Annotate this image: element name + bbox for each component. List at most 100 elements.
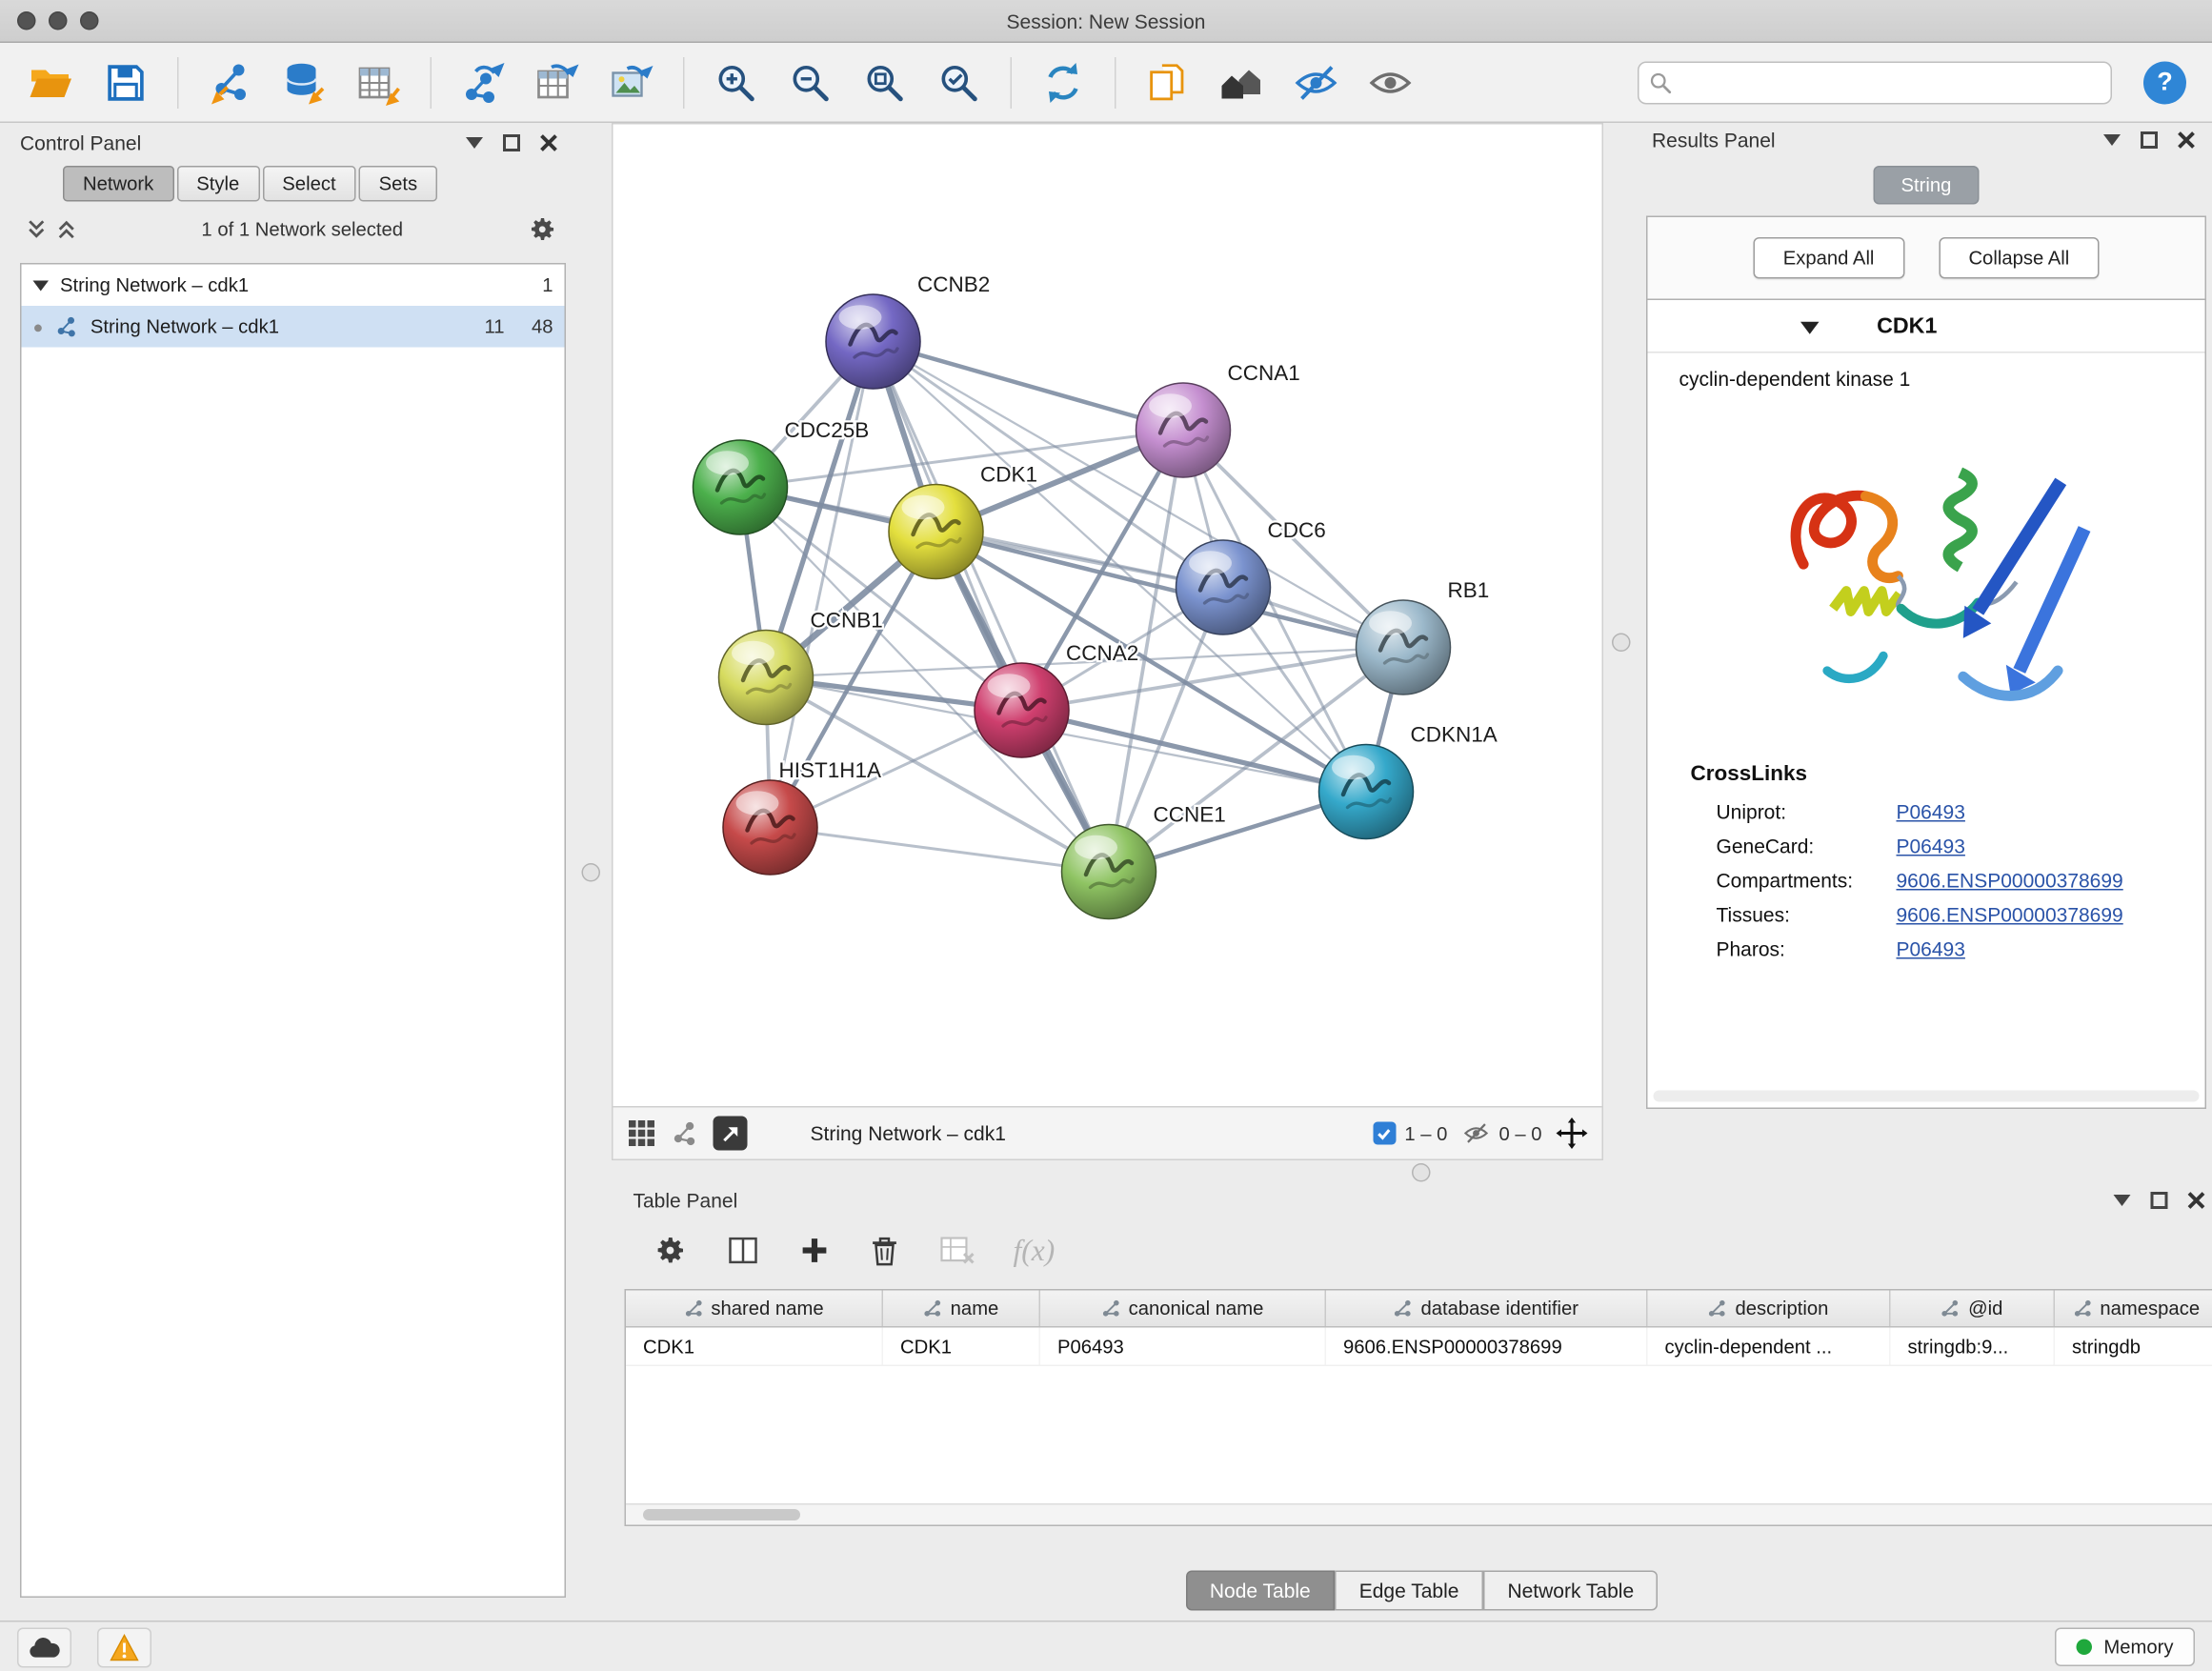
results-close-button[interactable] (2172, 128, 2201, 153)
table-horizontal-scrollbar[interactable] (626, 1503, 2212, 1525)
table-row[interactable]: CDK1 CDK1 P06493 9606.ENSP00000378699 cy… (626, 1328, 2212, 1367)
title-bar: Session: New Session (0, 0, 2212, 43)
memory-button[interactable]: Memory (2055, 1628, 2195, 1667)
right-splitter-handle[interactable] (1612, 634, 1631, 653)
zoom-out-button[interactable] (779, 50, 842, 115)
detach-view-button[interactable] (714, 1117, 748, 1151)
expand-all-button[interactable]: Expand All (1753, 237, 1904, 279)
cell-canonical-name[interactable]: P06493 (1040, 1328, 1326, 1365)
cell-id[interactable]: stringdb:9... (1891, 1328, 2056, 1365)
zoom-fit-button[interactable] (854, 50, 916, 115)
table-import-icon (356, 59, 402, 105)
delete-table-icon[interactable] (939, 1235, 976, 1266)
tab-string-results[interactable]: String (1874, 166, 1979, 205)
tree-caret-icon[interactable] (33, 279, 50, 291)
zoom-in-button[interactable] (705, 50, 768, 115)
expand-all-icon[interactable] (56, 218, 78, 240)
tab-sets[interactable]: Sets (359, 166, 438, 202)
tab-node-table[interactable]: Node Table (1185, 1571, 1335, 1611)
network-edge[interactable] (771, 828, 1110, 873)
network-edge[interactable] (874, 342, 1110, 873)
export-table-button[interactable] (526, 50, 589, 115)
save-session-button[interactable] (94, 50, 157, 115)
network-share-icon[interactable] (671, 1119, 699, 1148)
collapse-all-button[interactable]: Collapse All (1939, 237, 2100, 279)
import-network-from-file-button[interactable] (199, 50, 262, 115)
tab-edge-table[interactable]: Edge Table (1335, 1571, 1483, 1611)
hide-selected-button[interactable] (1285, 50, 1348, 115)
export-image-button[interactable] (600, 50, 663, 115)
cell-namespace[interactable]: stringdb (2055, 1328, 2212, 1365)
cell-name[interactable]: CDK1 (883, 1328, 1040, 1365)
panel-close-button[interactable] (534, 131, 563, 156)
column-header-canonical-name[interactable]: canonical name (1040, 1291, 1326, 1327)
crosslink-pharos-link[interactable]: P06493 (1897, 937, 1965, 960)
table-close-button[interactable] (2182, 1188, 2211, 1214)
gear-icon[interactable] (528, 213, 558, 244)
collapse-all-icon[interactable] (26, 218, 48, 240)
column-header-database-identifier[interactable]: database identifier (1326, 1291, 1648, 1327)
left-splitter-handle[interactable] (582, 863, 601, 882)
tab-network[interactable]: Network (63, 166, 173, 202)
network-canvas[interactable]: CCNB2CCNA1CDC25BCDK1CDC6RB1CCNB1CCNA2CDK… (613, 125, 1602, 1107)
results-float-button[interactable] (2135, 128, 2163, 153)
documents-icon (1146, 61, 1189, 104)
apply-layout-button[interactable] (1032, 50, 1095, 115)
minimize-window-button[interactable] (49, 11, 68, 30)
tab-style[interactable]: Style (176, 166, 259, 202)
network-node-label: CDC25B (785, 418, 870, 442)
crosslink-uniprot-link[interactable]: P06493 (1897, 800, 1965, 823)
search-input[interactable] (1638, 61, 2112, 104)
results-scrollbar[interactable] (1654, 1091, 2200, 1102)
network-overview-button[interactable] (1211, 50, 1274, 115)
function-builder-button[interactable]: f(x) (1014, 1233, 1056, 1269)
results-collapse-caret[interactable] (2098, 128, 2126, 153)
column-header-name[interactable]: name (883, 1291, 1040, 1327)
zoom-window-button[interactable] (80, 11, 99, 30)
column-header-shared-name[interactable]: shared name (626, 1291, 883, 1327)
bottom-splitter-handle[interactable] (1412, 1163, 1431, 1182)
crosslink-compartments-link[interactable]: 9606.ENSP00000378699 (1897, 869, 2123, 892)
network-edge[interactable] (1022, 711, 1367, 793)
table-collapse-caret[interactable] (2108, 1188, 2137, 1214)
network-node-count: 11 (468, 316, 505, 338)
table-settings-gear-icon[interactable] (654, 1234, 688, 1268)
add-column-icon[interactable] (799, 1235, 831, 1266)
new-network-from-selection-button[interactable] (452, 50, 514, 115)
tab-network-table[interactable]: Network Table (1483, 1571, 1659, 1611)
crosslink-tissues-link[interactable]: 9606.ENSP00000378699 (1897, 903, 2123, 926)
selected-checkbox-icon[interactable] (1373, 1122, 1396, 1145)
grid-view-icon[interactable] (628, 1119, 656, 1148)
network-edge[interactable] (771, 342, 874, 828)
cloud-button[interactable] (17, 1627, 71, 1667)
pan-crosshair-icon[interactable] (1557, 1117, 1588, 1149)
panel-float-button[interactable] (497, 131, 526, 156)
hidden-eye-icon[interactable] (1461, 1122, 1490, 1145)
network-row[interactable]: ● String Network – cdk1 11 48 (22, 306, 565, 348)
import-table-from-file-button[interactable] (348, 50, 411, 115)
scrollbar-thumb[interactable] (643, 1509, 800, 1520)
cell-shared-name[interactable]: CDK1 (626, 1328, 883, 1365)
column-header-namespace[interactable]: namespace (2055, 1291, 2212, 1327)
copy-document-button[interactable] (1136, 50, 1199, 115)
cell-description[interactable]: cyclin-dependent ... (1648, 1328, 1891, 1365)
tab-select[interactable]: Select (262, 166, 355, 202)
cell-database-identifier[interactable]: 9606.ENSP00000378699 (1326, 1328, 1648, 1365)
column-header-description[interactable]: description (1648, 1291, 1891, 1327)
panel-collapse-caret[interactable] (460, 131, 489, 156)
column-header-id[interactable]: @id (1891, 1291, 2056, 1327)
close-window-button[interactable] (17, 11, 36, 30)
help-button[interactable]: ? (2143, 61, 2186, 104)
network-edge[interactable] (874, 342, 1184, 431)
protein-section-caret[interactable] (1801, 321, 1820, 334)
delete-column-trash-icon[interactable] (868, 1234, 902, 1268)
import-network-from-database-button[interactable] (273, 50, 336, 115)
crosslink-genecard-link[interactable]: P06493 (1897, 835, 1965, 857)
zoom-selected-button[interactable] (928, 50, 991, 115)
show-all-button[interactable] (1359, 50, 1422, 115)
network-collection-row[interactable]: String Network – cdk1 1 (22, 265, 565, 307)
open-session-button[interactable] (20, 50, 83, 115)
table-float-button[interactable] (2145, 1188, 2174, 1214)
warning-button[interactable] (97, 1627, 151, 1667)
show-columns-icon[interactable] (725, 1234, 762, 1268)
